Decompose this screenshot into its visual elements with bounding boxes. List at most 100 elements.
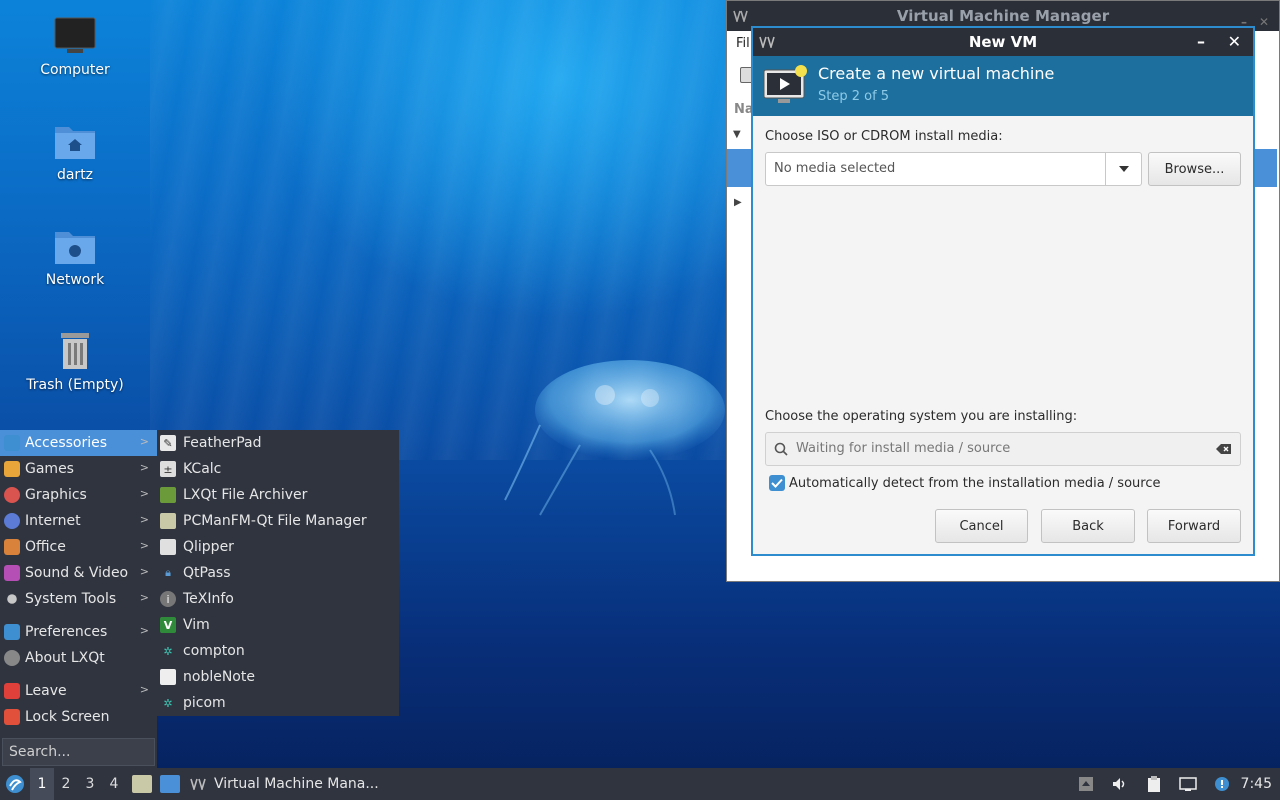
menu-item-internet[interactable]: Internet > — [0, 508, 157, 534]
browse-button[interactable]: Browse... — [1148, 152, 1241, 186]
volume-icon[interactable] — [1109, 775, 1131, 793]
texinfo-icon: i — [160, 591, 176, 607]
dialog-titlebar: New VM – ✕ — [753, 28, 1253, 56]
home-folder-icon — [53, 121, 97, 161]
submenu-item-label: TeXInfo — [183, 591, 234, 607]
chevron-down-icon[interactable] — [1105, 153, 1141, 185]
submenu-item-label: nobleNote — [183, 669, 255, 685]
desktop-icon-computer[interactable]: Computer — [0, 16, 150, 78]
network-folder-icon — [53, 226, 97, 266]
header-step: Step 2 of 5 — [818, 89, 890, 104]
menu-item-label: Lock Screen — [25, 709, 110, 725]
sound-video-icon — [4, 565, 20, 581]
iso-media-combo[interactable]: No media selected — [765, 152, 1142, 186]
computer-icon — [53, 16, 97, 56]
workspace-2[interactable]: 2 — [54, 768, 78, 800]
cancel-button[interactable]: Cancel — [935, 509, 1028, 543]
desktop-icon-home[interactable]: dartz — [0, 121, 150, 183]
iso-media-value: No media selected — [774, 161, 896, 176]
menu-item-graphics[interactable]: Graphics > — [0, 482, 157, 508]
taskbar-task-vmm[interactable]: Virtual Machine Mana... — [184, 768, 385, 800]
close-icon[interactable]: ✕ — [1228, 28, 1241, 56]
eject-icon[interactable] — [1075, 775, 1097, 793]
submenu-item-label: Vim — [183, 617, 210, 633]
chevron-right-icon: > — [139, 591, 149, 604]
chevron-right-icon: > — [139, 461, 149, 474]
menu-item-games[interactable]: Games > — [0, 456, 157, 482]
menu-item-leave[interactable]: Leave > — [0, 678, 157, 704]
chevron-right-icon: > — [139, 435, 149, 448]
os-search-input[interactable]: Waiting for install media / source — [765, 432, 1241, 466]
menu-item-sound-video[interactable]: Sound & Video > — [0, 560, 157, 586]
header-title: Create a new virtual machine — [818, 64, 1055, 83]
submenu-item-noblenote[interactable]: nobleNote — [157, 664, 399, 690]
chevron-right-icon: > — [139, 539, 149, 552]
chevron-right-icon: > — [139, 565, 149, 578]
submenu-item-texinfo[interactable]: i TeXInfo — [157, 586, 399, 612]
auto-detect-label: Automatically detect from the installati… — [789, 476, 1161, 491]
submenu-item-kcalc[interactable]: ± KCalc — [157, 456, 399, 482]
taskbar-task-label: Virtual Machine Mana... — [214, 776, 379, 792]
auto-detect-checkbox[interactable] — [769, 475, 785, 491]
menu-item-label: Games — [25, 461, 74, 477]
os-search-placeholder: Waiting for install media / source — [796, 441, 1011, 456]
workspace-1[interactable]: 1 — [30, 768, 54, 800]
workspace-3[interactable]: 3 — [78, 768, 102, 800]
network-icon[interactable] — [1177, 775, 1199, 793]
submenu-item-qlipper[interactable]: Qlipper — [157, 534, 399, 560]
show-desktop-icon[interactable] — [160, 775, 180, 793]
clear-icon[interactable] — [1216, 443, 1232, 455]
os-label: Choose the operating system you are inst… — [765, 409, 1078, 424]
menu-item-office[interactable]: Office > — [0, 534, 157, 560]
submenu-item-compton[interactable]: ✲ compton — [157, 638, 399, 664]
clock[interactable]: 7:45 — [1241, 776, 1272, 792]
expander-down-icon[interactable]: ▼ — [733, 129, 741, 140]
accessories-icon — [4, 435, 20, 451]
submenu-item-picom[interactable]: ✲ picom — [157, 690, 399, 716]
submenu-item-label: PCManFM-Qt File Manager — [183, 513, 367, 529]
file-manager-launcher-icon[interactable] — [132, 775, 152, 793]
workspace-4[interactable]: 4 — [102, 768, 126, 800]
desktop-icon-trash[interactable]: Trash (Empty) — [0, 331, 150, 393]
expander-right-icon[interactable]: ▶ — [734, 197, 742, 208]
desktop-icon-label: Trash (Empty) — [26, 377, 124, 393]
clipboard-icon[interactable] — [1143, 775, 1165, 793]
close-icon[interactable]: ✕ — [1259, 7, 1269, 37]
menu-item-label: Internet — [25, 513, 81, 529]
kcalc-icon: ± — [160, 461, 176, 477]
minimize-icon[interactable]: – — [1197, 28, 1205, 56]
wallpaper-jellyfish — [504, 360, 725, 516]
submenu-item-file-manager[interactable]: PCManFM-Qt File Manager — [157, 508, 399, 534]
back-button[interactable]: Back — [1041, 509, 1135, 543]
submenu-item-featherpad[interactable]: ✎ FeatherPad — [157, 430, 399, 456]
submenu-item-vim[interactable]: V Vim — [157, 612, 399, 638]
compton-icon: ✲ — [163, 644, 173, 658]
menu-item-preferences[interactable]: Preferences > — [0, 619, 157, 645]
submenu-item-qtpass[interactable]: 🔒︎ QtPass — [157, 560, 399, 586]
submenu-item-label: LXQt File Archiver — [183, 487, 308, 503]
menu-item-accessories[interactable]: Accessories > — [0, 430, 157, 456]
qtpass-icon: 🔒︎ — [165, 566, 171, 579]
chevron-right-icon: > — [139, 487, 149, 500]
vmm-menu-file[interactable]: Fil — [736, 36, 750, 51]
menu-item-lock-screen[interactable]: Lock Screen — [0, 704, 157, 730]
featherpad-icon: ✎ — [160, 435, 176, 451]
search-icon — [774, 442, 788, 456]
file-manager-icon — [160, 513, 176, 529]
menu-item-about[interactable]: About LXQt — [0, 645, 157, 671]
notification-icon[interactable] — [1211, 775, 1233, 793]
start-menu-button[interactable] — [0, 768, 30, 800]
menu-search-input[interactable]: Search... — [2, 738, 155, 766]
preferences-icon — [4, 624, 20, 640]
picom-icon: ✲ — [163, 696, 173, 710]
desktop-icon-network[interactable]: Network — [0, 226, 150, 288]
submenu-item-archiver[interactable]: LXQt File Archiver — [157, 482, 399, 508]
menu-item-label: Accessories — [25, 435, 108, 451]
iso-label: Choose ISO or CDROM install media: — [765, 129, 1003, 144]
submenu-item-label: Qlipper — [183, 539, 234, 555]
menu-item-label: System Tools — [25, 591, 117, 607]
menu-item-system-tools[interactable]: System Tools > — [0, 586, 157, 612]
menu-item-label: Office — [25, 539, 66, 555]
forward-button[interactable]: Forward — [1147, 509, 1241, 543]
start-menu: Accessories > Games > Graphics > Internet > … — [0, 430, 157, 768]
